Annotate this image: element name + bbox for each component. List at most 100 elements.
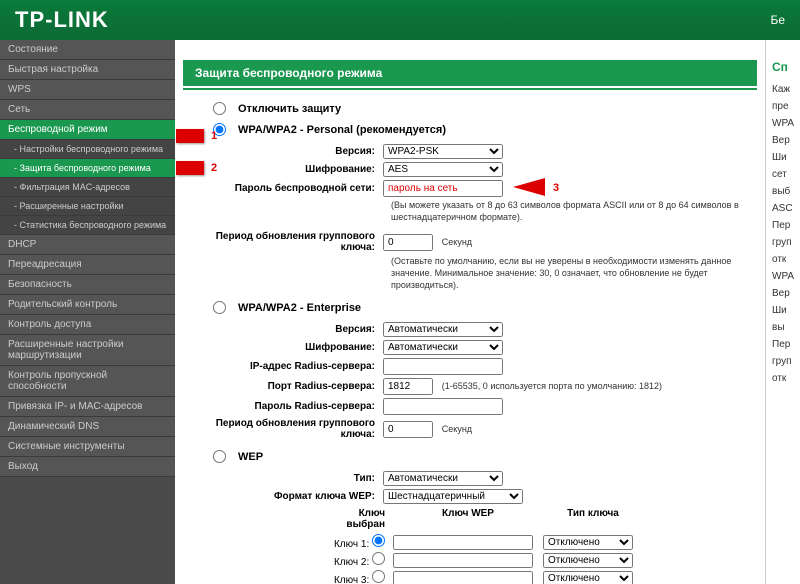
main-content: Защита беспроводного режима Отключить за… — [175, 40, 765, 584]
disable-security-label: Отключить защиту — [238, 103, 341, 115]
sidebar-item-20[interactable]: Выход — [0, 457, 175, 477]
wpa-enterprise-row[interactable]: WPA/WPA2 - Enterprise — [213, 301, 757, 314]
sidebar-item-5[interactable]: - Настройки беспроводного режима — [0, 140, 175, 159]
help-item-8: Пер — [772, 220, 796, 231]
ent-encryption-select[interactable]: Автоматически — [383, 340, 503, 355]
help-item-14: вы — [772, 322, 796, 333]
wpa-personal-label: WPA/WPA2 - Personal (рекомендуется) — [238, 124, 446, 136]
sidebar-item-6[interactable]: - Защита беспроводного режима — [0, 159, 175, 178]
wep-label: WEP — [238, 451, 263, 463]
password-input[interactable] — [383, 180, 503, 197]
radius-port-note: (1-65535, 0 используется порта по умолча… — [442, 381, 662, 391]
help-item-10: отк — [772, 254, 796, 265]
version-select[interactable]: WPA2-PSKWPA-PSKАвтоматически — [383, 144, 503, 159]
wep-key-type-select-1[interactable]: Отключено — [543, 535, 633, 550]
divider — [183, 88, 757, 90]
version-label: Версия: — [183, 146, 383, 157]
wep-key-radio-2[interactable] — [372, 552, 385, 565]
password-row: Пароль беспроводной сети: 3 — [183, 180, 757, 197]
help-item-4: Ши — [772, 152, 796, 163]
sidebar-item-11[interactable]: Переадресация — [0, 255, 175, 275]
help-item-6: выб — [772, 186, 796, 197]
group-key-row: Период обновления группового ключа: Секу… — [183, 231, 757, 253]
sidebar-item-17[interactable]: Привязка IP- и MAC-адресов — [0, 397, 175, 417]
sidebar-item-7[interactable]: - Фильтрация MAC-адресов — [0, 178, 175, 197]
disable-security-radio[interactable] — [213, 102, 226, 115]
wep-key-radio-3[interactable] — [372, 570, 385, 583]
sidebar-item-8[interactable]: - Расширенные настройки — [0, 197, 175, 216]
encryption-select[interactable]: AESTKIPАвтоматически — [383, 162, 503, 177]
wep-header: Ключ выбран Ключ WEP Тип ключа — [323, 508, 757, 530]
sidebar-item-1[interactable]: Быстрая настройка — [0, 60, 175, 80]
wep-key-type-select-2[interactable]: Отключено — [543, 553, 633, 568]
group-key-label: Период обновления группового ключа: — [183, 231, 383, 253]
wep-key-input-1[interactable] — [393, 535, 533, 550]
radius-port-input[interactable] — [383, 378, 433, 395]
help-item-9: груп — [772, 237, 796, 248]
wep-type-select[interactable]: Автоматически — [383, 471, 503, 486]
help-item-13: Ши — [772, 305, 796, 316]
wep-type-row: Тип: Автоматически — [183, 471, 757, 486]
wep-key-row-1: Ключ 1: Отключено — [323, 534, 757, 550]
sidebar-item-13[interactable]: Родительский контроль — [0, 295, 175, 315]
sidebar-item-4[interactable]: Беспроводной режим — [0, 120, 175, 140]
version-row: Версия: WPA2-PSKWPA-PSKАвтоматически — [183, 144, 757, 159]
sidebar-item-15[interactable]: Расширенные настройки маршрутизации — [0, 335, 175, 366]
wpa-enterprise-radio[interactable] — [213, 301, 226, 314]
wpa-personal-row[interactable]: WPA/WPA2 - Personal (рекомендуется) — [213, 123, 757, 136]
sidebar-item-10[interactable]: DHCP — [0, 235, 175, 255]
radius-pw-input[interactable] — [383, 398, 503, 415]
sidebar-item-19[interactable]: Системные инструменты — [0, 437, 175, 457]
wep-type-label: Тип: — [183, 473, 383, 484]
wep-format-row: Формат ключа WEP: Шестнадцатеричный — [183, 489, 757, 504]
wep-key-label-1: Ключ 1: — [323, 534, 393, 550]
wep-radio[interactable] — [213, 450, 226, 463]
help-item-12: Вер — [772, 288, 796, 299]
annotation-num-3: 3 — [553, 182, 559, 194]
ent-version-label: Версия: — [183, 324, 383, 335]
radius-ip-input[interactable] — [383, 358, 503, 375]
wep-key-input-2[interactable] — [393, 553, 533, 568]
password-note: (Вы можете указать от 8 до 63 символов ф… — [391, 200, 757, 223]
sidebar-item-3[interactable]: Сеть — [0, 100, 175, 120]
wep-key-radio-1[interactable] — [372, 534, 385, 547]
radius-port-label: Порт Radius-сервера: — [183, 381, 383, 392]
disable-security-row[interactable]: Отключить защиту — [213, 102, 757, 115]
annotation-marker-2 — [176, 161, 204, 175]
header: TP-LINK Бе — [0, 0, 800, 40]
wep-format-select[interactable]: Шестнадцатеричный — [383, 489, 523, 504]
ent-group-key-label: Период обновления группового ключа: — [183, 418, 383, 440]
help-item-11: WPA — [772, 271, 796, 282]
page-title: Защита беспроводного режима — [183, 60, 757, 86]
wep-key-type-select-3[interactable]: Отключено — [543, 571, 633, 584]
container: СостояниеБыстрая настройкаWPSСетьБеспров… — [0, 40, 800, 584]
ent-version-select[interactable]: Автоматически — [383, 322, 503, 337]
ent-group-key-unit: Секунд — [442, 424, 472, 434]
wep-key-selected-label: Ключ выбран — [323, 508, 393, 530]
wep-key-row-2: Ключ 2: Отключено — [323, 552, 757, 568]
group-key-unit: Секунд — [442, 237, 472, 247]
wep-row[interactable]: WEP — [213, 450, 757, 463]
sidebar-item-18[interactable]: Динамический DNS — [0, 417, 175, 437]
sidebar: СостояниеБыстрая настройкаWPSСетьБеспров… — [0, 40, 175, 584]
sidebar-item-16[interactable]: Контроль пропускной способности — [0, 366, 175, 397]
group-key-input[interactable] — [383, 234, 433, 251]
wep-col-key: Ключ WEP — [393, 508, 543, 530]
help-item-15: Пер — [772, 339, 796, 350]
wep-key-row-3: Ключ 3: Отключено — [323, 570, 757, 584]
sidebar-item-2[interactable]: WPS — [0, 80, 175, 100]
password-label: Пароль беспроводной сети: — [183, 183, 383, 194]
ent-group-key-row: Период обновления группового ключа: Секу… — [183, 418, 757, 440]
ent-group-key-input[interactable] — [383, 421, 433, 438]
help-item-16: груп — [772, 356, 796, 367]
ent-encryption-row: Шифрование: Автоматически — [183, 340, 757, 355]
sidebar-item-12[interactable]: Безопасность — [0, 275, 175, 295]
help-item-1: пре — [772, 101, 796, 112]
sidebar-item-14[interactable]: Контроль доступа — [0, 315, 175, 335]
wep-key-input-3[interactable] — [393, 571, 533, 584]
help-item-3: Вер — [772, 135, 796, 146]
wpa-enterprise-label: WPA/WPA2 - Enterprise — [238, 302, 361, 314]
sidebar-item-0[interactable]: Состояние — [0, 40, 175, 60]
sidebar-item-9[interactable]: - Статистика беспроводного режима — [0, 216, 175, 235]
logo: TP-LINK — [15, 7, 109, 33]
